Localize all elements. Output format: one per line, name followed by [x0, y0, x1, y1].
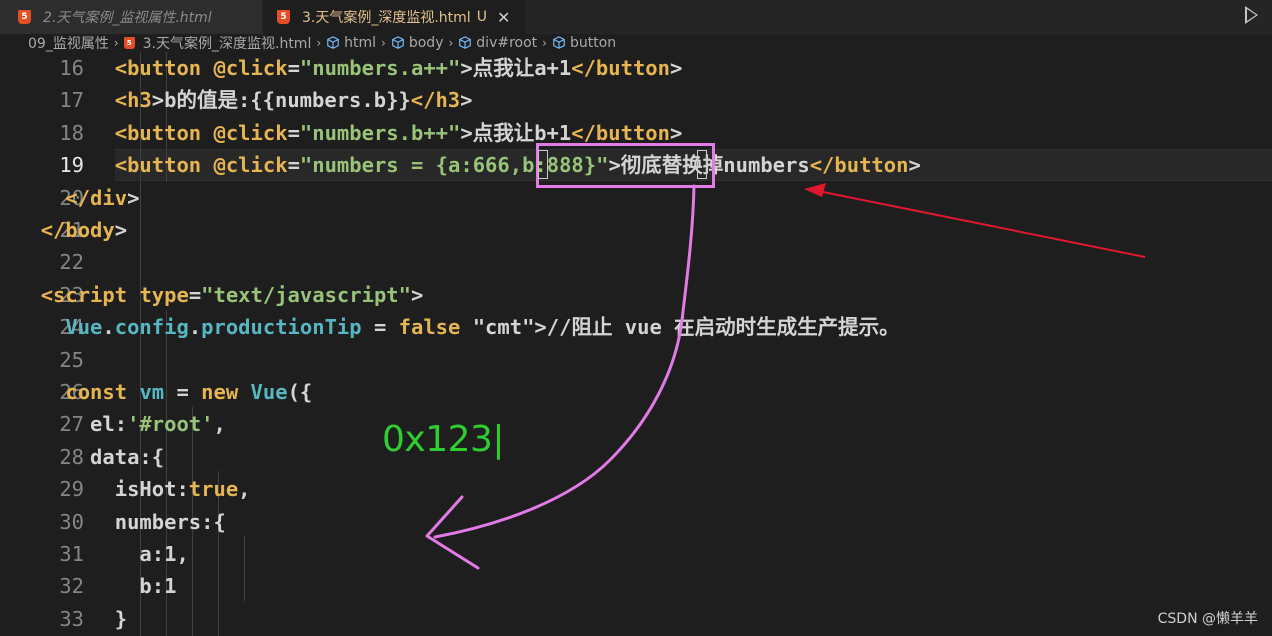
code-line[interactable]: 25 — [0, 344, 1272, 376]
chevron-right-icon: › — [542, 36, 547, 50]
cube-icon — [553, 36, 565, 49]
code-text: </body> — [40, 218, 128, 242]
code-text: } — [16, 606, 128, 631]
bracket-match-right — [697, 150, 707, 179]
html5-icon: 5 — [277, 10, 290, 24]
watermark: CSDN @懒羊羊 — [1157, 611, 1258, 627]
html5-icon: 5 — [123, 37, 135, 49]
code-text: a:1, — [16, 542, 189, 566]
code-line[interactable]: 27 el:'#root', — [0, 408, 1272, 440]
tab-label: 2.天气案例_监视属性.html — [43, 10, 212, 26]
code-line[interactable]: 30 numbers:{ — [0, 506, 1272, 538]
code-line[interactable]: 16 <button @click="numbers.a++">点我让a+1</… — [0, 52, 1272, 84]
play-icon[interactable] — [1245, 6, 1258, 24]
tab-weather-watch[interactable]: 5 2.天气案例_监视属性.html — [0, 0, 262, 34]
code-text: data:{ — [16, 444, 165, 469]
code-text: const vm = new Vue({ — [65, 380, 313, 404]
cube-icon — [392, 36, 404, 49]
breadcrumb-node-html[interactable]: html — [326, 35, 376, 51]
code-text: isHot:true, — [16, 477, 251, 502]
code-text: Vue.config.productionTip = false "cmt">/… — [65, 315, 900, 340]
chevron-right-icon: › — [448, 36, 454, 50]
bracket-match-left — [538, 150, 548, 179]
code-text: <button @click="numbers.a++">点我让a+1</but… — [114, 56, 683, 80]
code-text: <script type="text/javascript"> — [40, 282, 424, 307]
cube-icon — [327, 36, 339, 49]
html5-icon: 5 — [18, 10, 31, 24]
code-line[interactable]: 33 } — [0, 603, 1272, 635]
cube-icon — [459, 36, 472, 49]
code-line[interactable]: 22 — [0, 246, 1272, 278]
code-text: numbers:{ — [16, 509, 226, 534]
breadcrumb-node-div-root[interactable]: div#root — [458, 35, 537, 51]
breadcrumb-node-button[interactable]: button — [552, 35, 616, 51]
code-text: </div> — [65, 185, 140, 210]
breadcrumb-node-body[interactable]: body — [391, 35, 443, 51]
breadcrumb-file[interactable]: 5 3.天气案例_深度监视.html — [123, 33, 311, 53]
chevron-right-icon: › — [113, 36, 119, 50]
editor-tab-bar: 5 2.天气案例_监视属性.html 5 3.天气案例_深度监视.html U … — [0, 0, 1272, 34]
breadcrumb: 09_监视属性 › 5 3.天气案例_深度监视.html › html › bo… — [0, 34, 1272, 52]
code-line[interactable]: 31 a:1, — [0, 538, 1272, 570]
code-line[interactable]: 23 <script type="text/javascript"> — [0, 279, 1272, 311]
breadcrumb-folder[interactable]: 09_监视属性 — [28, 33, 109, 53]
highlight-box — [536, 143, 715, 188]
chevron-right-icon: › — [381, 36, 386, 50]
untracked-badge: U — [476, 9, 487, 25]
code-line[interactable]: 17 <h3>b的值是:{{numbers.b}}</h3> — [0, 84, 1272, 116]
code-line[interactable]: 29 isHot:true, — [0, 473, 1272, 505]
code-line[interactable]: 28 data:{ — [0, 441, 1272, 473]
line-number: 25 — [59, 347, 84, 372]
code-text: <h3>b的值是:{{numbers.b}}</h3> — [114, 88, 473, 113]
code-text: el:'#root', — [16, 412, 226, 437]
code-text: b:1 — [16, 574, 177, 599]
tab-label: 3.天气案例_深度监视.html — [302, 10, 471, 26]
line-number: 22 — [59, 250, 84, 275]
tab-weather-deep-watch[interactable]: 5 3.天气案例_深度监视.html U ✕ — [263, 0, 525, 34]
code-line[interactable]: 32 b:1 — [0, 570, 1272, 602]
chevron-right-icon: › — [316, 36, 322, 50]
code-text: <button @click="numbers = {a:666,b:888}"… — [114, 153, 921, 178]
code-line[interactable]: 24 Vue.config.productionTip = false "cmt… — [0, 311, 1272, 343]
code-line[interactable]: 26 const vm = new Vue({ — [0, 376, 1272, 408]
code-line[interactable]: 21 </body> — [0, 214, 1272, 246]
code-editor[interactable]: 16 <button @click="numbers.a++">点我让a+1</… — [0, 52, 1272, 636]
close-icon[interactable]: ✕ — [497, 8, 510, 27]
handwritten-annotation: 0x123| — [382, 419, 505, 460]
